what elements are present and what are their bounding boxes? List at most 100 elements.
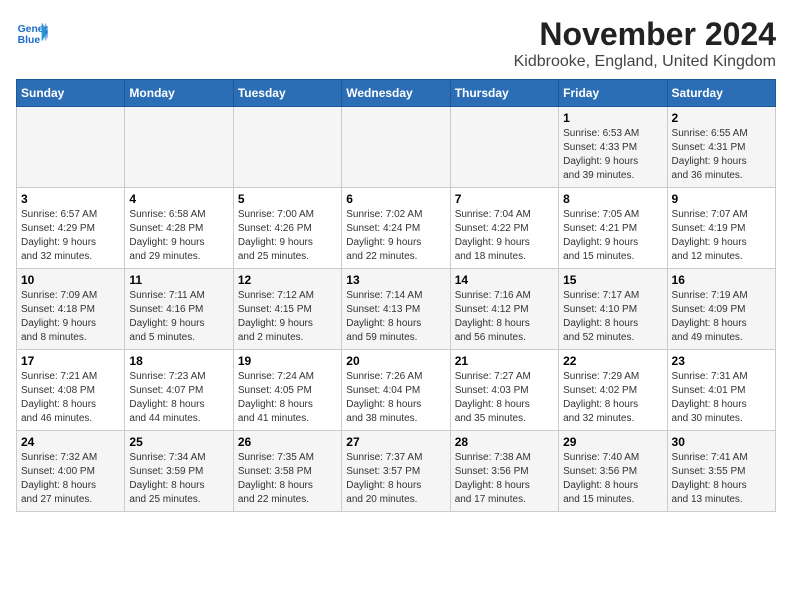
calendar-cell: 27 Sunrise: 7:37 AM Sunset: 3:57 PM Dayli…	[342, 431, 450, 512]
calendar-body: 1 Sunrise: 6:53 AM Sunset: 4:33 PM Daylig…	[17, 107, 776, 512]
calendar-cell: 6Sunrise: 7:02 AM Sunset: 4:24 PM Daylig…	[342, 188, 450, 269]
calendar-cell: 9 Sunrise: 7:07 AM Sunset: 4:19 PM Daylig…	[667, 188, 775, 269]
calendar-cell: 13 Sunrise: 7:14 AM Sunset: 4:13 PM Dayli…	[342, 269, 450, 350]
day-info: Sunrise: 6:58 AM Sunset: 4:28 PM Dayligh…	[129, 208, 228, 264]
page-header: General Blue November 2024 Kidbrooke, En…	[16, 16, 776, 71]
day-info: Sunrise: 7:07 AM Sunset: 4:19 PM Dayligh…	[672, 208, 771, 264]
calendar-cell: 18 Sunrise: 7:23 AM Sunset: 4:07 PM Dayli…	[125, 350, 233, 431]
day-number: 2	[672, 111, 771, 125]
day-number: 15	[563, 273, 662, 287]
day-number: 23	[672, 354, 771, 368]
day-info: Sunrise: 7:35 AM Sunset: 3:58 PM Dayligh…	[238, 451, 337, 507]
week-row-2: 3 Sunrise: 6:57 AM Sunset: 4:29 PM Daylig…	[17, 188, 776, 269]
calendar-cell: 29Sunrise: 7:40 AM Sunset: 3:56 PM Dayli…	[559, 431, 667, 512]
calendar-cell	[233, 107, 341, 188]
calendar-cell: 28 Sunrise: 7:38 AM Sunset: 3:56 PM Dayli…	[450, 431, 558, 512]
logo-icon: General Blue	[16, 16, 48, 48]
day-info: Sunrise: 7:11 AM Sunset: 4:16 PM Dayligh…	[129, 289, 228, 345]
day-number: 19	[238, 354, 337, 368]
day-number: 16	[672, 273, 771, 287]
day-number: 13	[346, 273, 445, 287]
calendar-cell	[17, 107, 125, 188]
calendar-cell: 10 Sunrise: 7:09 AM Sunset: 4:18 PM Dayli…	[17, 269, 125, 350]
day-info: Sunrise: 7:09 AM Sunset: 4:18 PM Dayligh…	[21, 289, 120, 345]
day-info: Sunrise: 7:12 AM Sunset: 4:15 PM Dayligh…	[238, 289, 337, 345]
day-number: 14	[455, 273, 554, 287]
day-info: Sunrise: 7:23 AM Sunset: 4:07 PM Dayligh…	[129, 370, 228, 426]
day-info: Sunrise: 7:32 AM Sunset: 4:00 PM Dayligh…	[21, 451, 120, 507]
column-header-saturday: Saturday	[667, 80, 775, 107]
calendar-cell: 15Sunrise: 7:17 AM Sunset: 4:10 PM Dayli…	[559, 269, 667, 350]
calendar-cell: 22Sunrise: 7:29 AM Sunset: 4:02 PM Dayli…	[559, 350, 667, 431]
calendar-cell: 21Sunrise: 7:27 AM Sunset: 4:03 PM Dayli…	[450, 350, 558, 431]
day-info: Sunrise: 7:04 AM Sunset: 4:22 PM Dayligh…	[455, 208, 554, 264]
calendar-cell	[342, 107, 450, 188]
column-header-monday: Monday	[125, 80, 233, 107]
svg-text:Blue: Blue	[18, 35, 41, 46]
calendar-cell	[125, 107, 233, 188]
day-number: 9	[672, 192, 771, 206]
calendar-cell: 20 Sunrise: 7:26 AM Sunset: 4:04 PM Dayli…	[342, 350, 450, 431]
day-info: Sunrise: 7:05 AM Sunset: 4:21 PM Dayligh…	[563, 208, 662, 264]
day-info: Sunrise: 6:53 AM Sunset: 4:33 PM Dayligh…	[563, 127, 662, 183]
calendar-header: SundayMondayTuesdayWednesdayThursdayFrid…	[17, 80, 776, 107]
calendar-cell: 7Sunrise: 7:04 AM Sunset: 4:22 PM Daylig…	[450, 188, 558, 269]
day-info: Sunrise: 6:57 AM Sunset: 4:29 PM Dayligh…	[21, 208, 120, 264]
week-row-5: 24 Sunrise: 7:32 AM Sunset: 4:00 PM Dayli…	[17, 431, 776, 512]
day-info: Sunrise: 7:24 AM Sunset: 4:05 PM Dayligh…	[238, 370, 337, 426]
day-info: Sunrise: 7:19 AM Sunset: 4:09 PM Dayligh…	[672, 289, 771, 345]
day-number: 27	[346, 435, 445, 449]
week-row-1: 1 Sunrise: 6:53 AM Sunset: 4:33 PM Daylig…	[17, 107, 776, 188]
calendar-cell: 2 Sunrise: 6:55 AM Sunset: 4:31 PM Daylig…	[667, 107, 775, 188]
day-number: 21	[455, 354, 554, 368]
calendar-cell: 11 Sunrise: 7:11 AM Sunset: 4:16 PM Dayli…	[125, 269, 233, 350]
week-row-3: 10 Sunrise: 7:09 AM Sunset: 4:18 PM Dayli…	[17, 269, 776, 350]
calendar-cell	[450, 107, 558, 188]
day-number: 20	[346, 354, 445, 368]
column-header-thursday: Thursday	[450, 80, 558, 107]
day-number: 10	[21, 273, 120, 287]
day-number: 24	[21, 435, 120, 449]
day-info: Sunrise: 7:21 AM Sunset: 4:08 PM Dayligh…	[21, 370, 120, 426]
calendar-cell: 17Sunrise: 7:21 AM Sunset: 4:08 PM Dayli…	[17, 350, 125, 431]
day-number: 28	[455, 435, 554, 449]
day-number: 1	[563, 111, 662, 125]
column-header-wednesday: Wednesday	[342, 80, 450, 107]
calendar-cell: 23 Sunrise: 7:31 AM Sunset: 4:01 PM Dayli…	[667, 350, 775, 431]
day-number: 26	[238, 435, 337, 449]
day-number: 30	[672, 435, 771, 449]
logo: General Blue	[16, 16, 48, 48]
calendar-cell: 26 Sunrise: 7:35 AM Sunset: 3:58 PM Dayli…	[233, 431, 341, 512]
day-number: 3	[21, 192, 120, 206]
day-info: Sunrise: 6:55 AM Sunset: 4:31 PM Dayligh…	[672, 127, 771, 183]
calendar-cell: 19 Sunrise: 7:24 AM Sunset: 4:05 PM Dayli…	[233, 350, 341, 431]
calendar-cell: 1 Sunrise: 6:53 AM Sunset: 4:33 PM Daylig…	[559, 107, 667, 188]
day-number: 8	[563, 192, 662, 206]
calendar-cell: 16 Sunrise: 7:19 AM Sunset: 4:09 PM Dayli…	[667, 269, 775, 350]
day-info: Sunrise: 7:41 AM Sunset: 3:55 PM Dayligh…	[672, 451, 771, 507]
column-header-sunday: Sunday	[17, 80, 125, 107]
calendar-cell: 3 Sunrise: 6:57 AM Sunset: 4:29 PM Daylig…	[17, 188, 125, 269]
column-header-tuesday: Tuesday	[233, 80, 341, 107]
day-info: Sunrise: 7:40 AM Sunset: 3:56 PM Dayligh…	[563, 451, 662, 507]
calendar-cell: 8 Sunrise: 7:05 AM Sunset: 4:21 PM Daylig…	[559, 188, 667, 269]
day-info: Sunrise: 7:31 AM Sunset: 4:01 PM Dayligh…	[672, 370, 771, 426]
calendar-cell: 24 Sunrise: 7:32 AM Sunset: 4:00 PM Dayli…	[17, 431, 125, 512]
calendar-cell: 14Sunrise: 7:16 AM Sunset: 4:12 PM Dayli…	[450, 269, 558, 350]
calendar-cell: 25Sunrise: 7:34 AM Sunset: 3:59 PM Dayli…	[125, 431, 233, 512]
calendar-cell: 5 Sunrise: 7:00 AM Sunset: 4:26 PM Daylig…	[233, 188, 341, 269]
day-number: 12	[238, 273, 337, 287]
day-info: Sunrise: 7:37 AM Sunset: 3:57 PM Dayligh…	[346, 451, 445, 507]
day-number: 4	[129, 192, 228, 206]
column-header-friday: Friday	[559, 80, 667, 107]
day-number: 18	[129, 354, 228, 368]
day-number: 11	[129, 273, 228, 287]
day-info: Sunrise: 7:26 AM Sunset: 4:04 PM Dayligh…	[346, 370, 445, 426]
day-info: Sunrise: 7:14 AM Sunset: 4:13 PM Dayligh…	[346, 289, 445, 345]
day-info: Sunrise: 7:38 AM Sunset: 3:56 PM Dayligh…	[455, 451, 554, 507]
calendar-cell: 4 Sunrise: 6:58 AM Sunset: 4:28 PM Daylig…	[125, 188, 233, 269]
day-info: Sunrise: 7:00 AM Sunset: 4:26 PM Dayligh…	[238, 208, 337, 264]
day-number: 5	[238, 192, 337, 206]
calendar-cell: 12 Sunrise: 7:12 AM Sunset: 4:15 PM Dayli…	[233, 269, 341, 350]
page-subtitle: Kidbrooke, England, United Kingdom	[514, 53, 776, 71]
